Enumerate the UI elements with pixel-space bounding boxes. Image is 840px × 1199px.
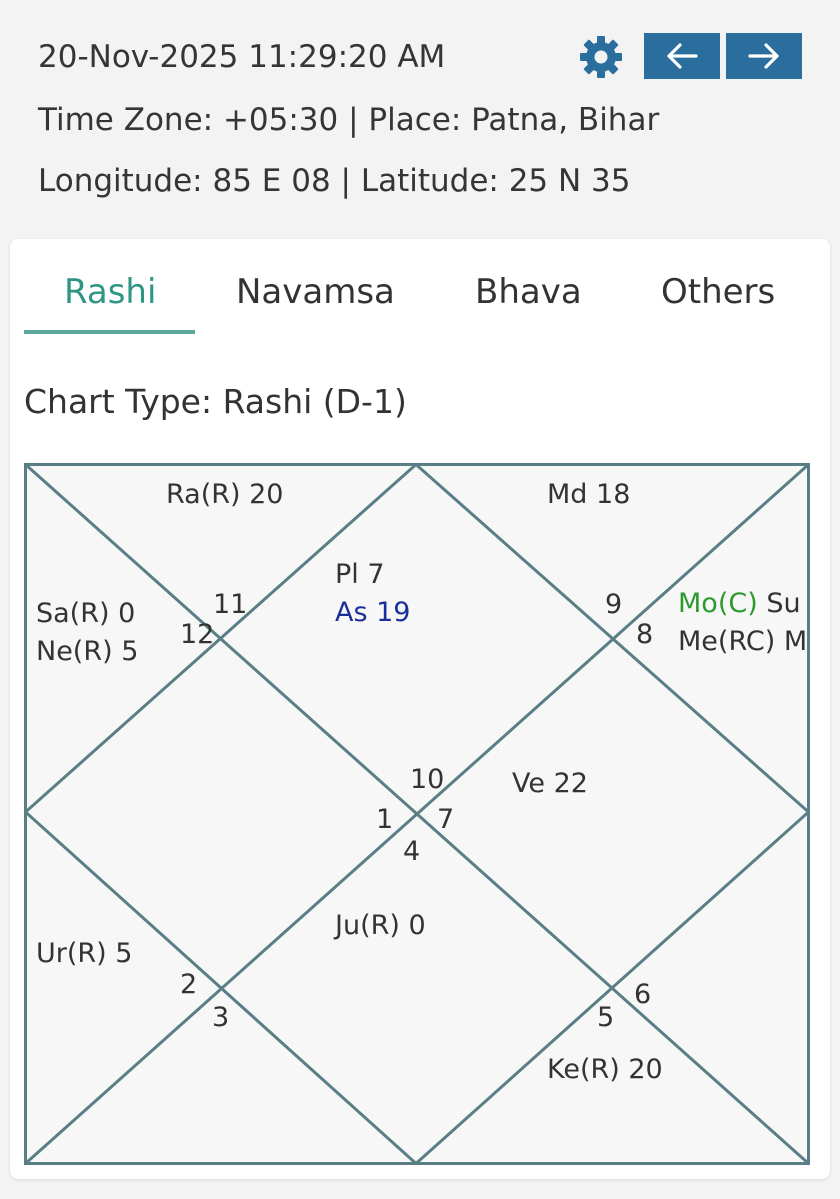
previous-button[interactable]	[644, 33, 720, 79]
ascendant-label: As 19	[335, 597, 411, 628]
planet-sun: Su	[766, 588, 801, 619]
chart-card: Rashi Navamsa Bhava Others Chart Type: R…	[10, 239, 830, 1179]
house-number-4: 4	[403, 836, 421, 867]
planet-saturn: Sa(R) 0	[36, 598, 136, 629]
active-tab-indicator	[24, 330, 195, 334]
tab-bhava[interactable]: Bhava	[475, 275, 582, 309]
tab-rashi[interactable]: Rashi	[64, 275, 156, 309]
planet-uranus: Ur(R) 5	[36, 938, 133, 969]
longitude-latitude-text: Longitude: 85 E 08 | Latitude: 25 N 35	[38, 163, 631, 199]
house-number-6: 6	[634, 979, 652, 1010]
planet-neptune: Ne(R) 5	[36, 636, 139, 667]
house-number-8: 8	[636, 619, 654, 650]
house-number-2: 2	[180, 969, 198, 1000]
planet-moon: Mo(C)	[678, 588, 758, 619]
planet-moon-sun: Mo(C) Su	[678, 590, 801, 617]
arrow-right-icon	[748, 43, 779, 69]
planet-jupiter: Ju(R) 0	[335, 910, 426, 941]
house-number-10: 10	[410, 764, 445, 795]
house-number-9: 9	[605, 589, 623, 620]
planet-mandi: Md 18	[547, 479, 631, 510]
chart-type-label: Chart Type: Rashi (D-1)	[24, 382, 407, 421]
north-indian-chart: 11 12 9 8 10 1 7 4 2 3 5 6 Ra(R) 20 Md 1…	[24, 463, 810, 1165]
planet-mercury: Me(RC) M	[678, 626, 808, 657]
tab-navamsa[interactable]: Navamsa	[236, 275, 395, 309]
house-number-3: 3	[212, 1002, 230, 1033]
house-number-12: 12	[180, 619, 215, 650]
house-number-5: 5	[597, 1002, 615, 1033]
timezone-place-text: Time Zone: +05:30 | Place: Patna, Bihar	[38, 102, 660, 138]
house-number-11: 11	[213, 589, 248, 620]
tab-others[interactable]: Others	[661, 275, 775, 309]
arrow-left-icon	[667, 43, 698, 69]
planet-venus: Ve 22	[512, 768, 588, 799]
house-number-7: 7	[437, 804, 455, 835]
planet-rahu: Ra(R) 20	[166, 479, 284, 510]
gear-icon[interactable]	[577, 33, 625, 81]
planet-ketu: Ke(R) 20	[547, 1054, 663, 1085]
house-number-1: 1	[376, 804, 394, 835]
datetime-text: 20-Nov-2025 11:29:20 AM	[38, 39, 446, 75]
next-button[interactable]	[726, 33, 802, 79]
planet-pluto: Pl 7	[335, 559, 385, 590]
